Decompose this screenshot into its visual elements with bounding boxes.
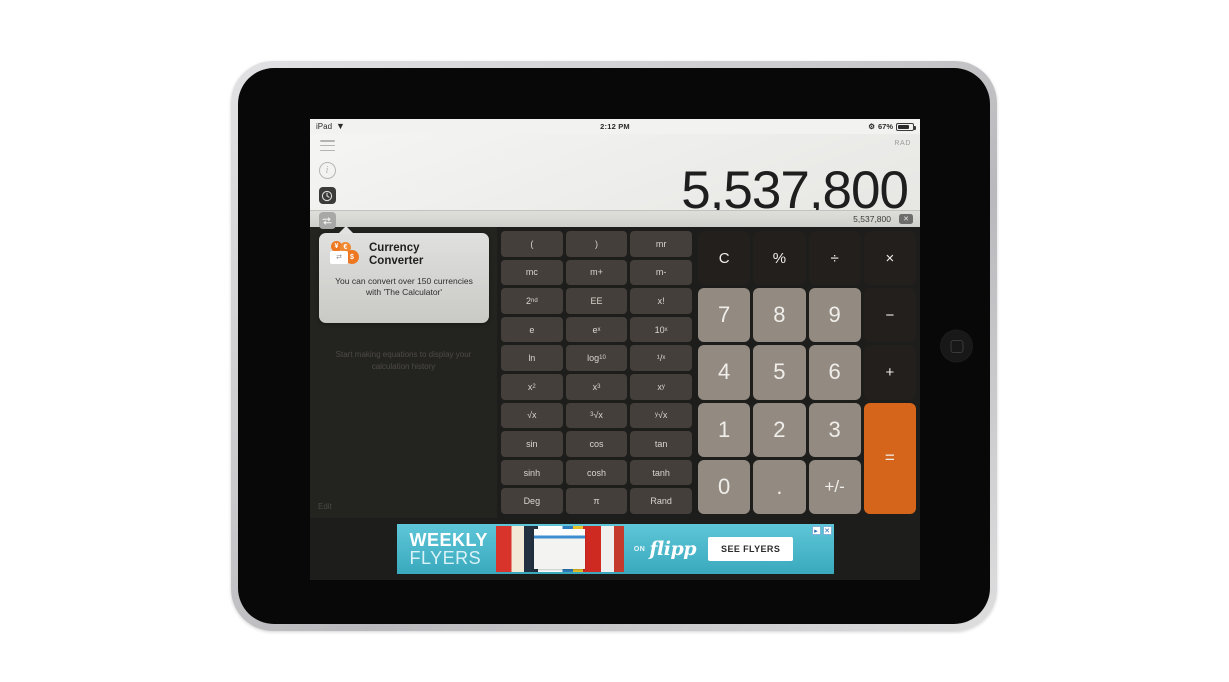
num-key-six[interactable]: 6 — [808, 345, 861, 400]
num-key-zero[interactable]: 0 — [698, 459, 751, 514]
numeric-keypad: C% ÷ × 7 8 9− 4 5 6 +1 2 3 = 0. +/- — [695, 227, 920, 518]
exchange-arrows-icon: ⇄ — [336, 253, 342, 261]
currency-converter-icon[interactable] — [318, 212, 336, 229]
angle-mode-label: RAD — [894, 140, 911, 147]
sci-key-e[interactable]: e — [501, 316, 563, 343]
sci-key-m-minus[interactable]: m- — [630, 259, 692, 286]
popover-arrow — [338, 226, 354, 234]
clock-glyph — [321, 190, 333, 201]
num-key-one[interactable]: 1 — [698, 402, 751, 457]
sci-key-cos[interactable]: cos — [565, 431, 628, 457]
display-input-row: 5,537,800 ✕ — [310, 210, 920, 227]
popover-body-text: You can convert over 150 currencies with… — [335, 276, 473, 298]
left-toolbar: i — [314, 137, 340, 229]
status-bar-time: 2:12 PM — [600, 122, 630, 131]
ad-brand-logo: flipp — [649, 538, 697, 560]
num-key-five[interactable]: 5 — [753, 345, 806, 400]
currency-converter-popover[interactable]: ¥ € $ ⇄ Currency Converter You can conve… — [319, 226, 489, 323]
sci-key-sin[interactable]: sin — [501, 431, 563, 457]
num-key-plus[interactable]: + — [863, 345, 916, 400]
adchoices-icon[interactable]: ▸ — [811, 526, 821, 535]
sci-key-reciprocal[interactable]: ¹/x — [630, 345, 692, 371]
calculator-keypad: () mr mc m+ m- 2nd EE x! e e x 10 x ln log 10 ¹/x x 2 x 3 x y √… — [497, 227, 920, 518]
history-edit-button[interactable]: Edit — [318, 502, 332, 511]
sci-key-log10[interactable]: log 10 — [565, 345, 628, 371]
info-circle-icon[interactable]: i — [318, 162, 336, 179]
ad-headline-line2: FLYERS — [409, 548, 482, 568]
sci-key-x-cubed[interactable]: x3 — [565, 374, 628, 400]
sci-key-ee[interactable]: EE — [565, 288, 628, 314]
sci-key-tanh[interactable]: tanh — [630, 459, 692, 486]
currency-converter-app-icon: ¥ € $ ⇄ — [329, 241, 362, 269]
sci-key-sqrt[interactable]: √x — [501, 402, 563, 429]
exchange-arrows-glyph — [322, 216, 332, 225]
num-key-multiply[interactable]: × — [863, 231, 916, 286]
sci-key-mr[interactable]: mr — [630, 231, 692, 257]
sci-key-ln[interactable]: ln — [501, 345, 563, 371]
ad-banner[interactable]: WEEKLY FLYERS ON flipp SEE FLYERS ▸ ✕ — [310, 518, 920, 580]
home-button[interactable] — [940, 329, 973, 363]
popover-header: ¥ € $ ⇄ Currency Converter — [319, 233, 489, 271]
ad-headline-line1: WEEKLY — [409, 530, 488, 550]
history-empty-message: Start making equations to display your c… — [335, 350, 472, 371]
close-icon[interactable]: ✕ — [822, 526, 832, 535]
calculator-display: RAD 5,537,800 5,537,800 ✕ — [310, 134, 920, 227]
sci-key-paren-open[interactable]: ( — [501, 231, 563, 257]
ad-content[interactable]: WEEKLY FLYERS ON flipp SEE FLYERS ▸ ✕ — [396, 524, 834, 574]
ad-flyers-image — [495, 526, 624, 572]
num-key-three[interactable]: 3 — [808, 402, 861, 457]
num-key-seven[interactable]: 7 — [698, 288, 751, 343]
ad-cta-button[interactable]: SEE FLYERS — [708, 537, 794, 561]
num-key-sign[interactable]: +/- — [808, 459, 861, 514]
num-key-four[interactable]: 4 — [698, 345, 751, 400]
ipad-screen: iPad ▼ 2:12 PM ⚙ 67% RAD 5,537,800 5,537… — [310, 119, 920, 580]
home-button-icon — [950, 339, 963, 353]
num-key-eight[interactable]: 8 — [753, 288, 806, 343]
scientific-keypad: () mr mc m+ m- 2nd EE x! e e x 10 x ln log 10 ¹/x x 2 x 3 x y √… — [497, 227, 695, 518]
ad-on-label: ON — [633, 545, 646, 553]
status-bar: iPad ▼ 2:12 PM ⚙ 67% — [310, 119, 920, 134]
sci-key-x-pow-y[interactable]: xy — [630, 374, 692, 400]
ad-choices-controls[interactable]: ▸ ✕ — [811, 526, 832, 535]
num-key-nine[interactable]: 9 — [808, 288, 861, 343]
hamburger-menu-icon[interactable] — [319, 137, 336, 154]
sci-key-rand[interactable]: Rand — [630, 488, 692, 514]
clock-history-icon[interactable] — [318, 187, 336, 204]
num-key-minus[interactable]: − — [863, 288, 916, 343]
sci-key-paren-close[interactable]: ) — [565, 231, 628, 257]
popover-title: Currency Converter — [369, 242, 423, 268]
sci-key-cube-root[interactable]: 3 √x — [565, 402, 628, 429]
sci-key-e-pow-x[interactable]: ex — [565, 316, 628, 343]
backspace-delete-icon[interactable]: ✕ — [899, 214, 913, 224]
popover-title-line2: Converter — [369, 255, 424, 267]
sci-key-ten-pow-x[interactable]: 10 x — [630, 316, 692, 343]
sci-key-tan[interactable]: tan — [630, 431, 692, 457]
num-key-clear[interactable]: C — [698, 231, 751, 286]
sci-key-deg[interactable]: Deg — [501, 488, 563, 514]
sci-key-pi[interactable]: π — [565, 488, 628, 514]
display-input-value: 5,537,800 — [853, 214, 891, 224]
sci-key-factorial[interactable]: x! — [630, 288, 692, 314]
sci-key-m-plus[interactable]: m+ — [565, 259, 628, 286]
ipad-device-frame: iPad ▼ 2:12 PM ⚙ 67% RAD 5,537,800 5,537… — [231, 61, 997, 631]
sci-key-sinh[interactable]: sinh — [501, 459, 563, 486]
num-key-equals[interactable]: = — [863, 402, 916, 514]
sci-key-cosh[interactable]: cosh — [565, 459, 628, 486]
sci-key-x-squared[interactable]: x2 — [501, 374, 563, 400]
exchange-card-icon: ⇄ — [330, 251, 348, 264]
num-key-decimal[interactable]: . — [753, 459, 806, 514]
battery-icon — [896, 122, 916, 131]
ipad-bezel: iPad ▼ 2:12 PM ⚙ 67% RAD 5,537,800 5,537… — [238, 68, 990, 624]
sci-key-second[interactable]: 2nd — [501, 288, 563, 314]
num-key-two[interactable]: 2 — [753, 402, 806, 457]
sci-key-y-root[interactable]: y √x — [630, 402, 692, 429]
num-key-percent[interactable]: % — [753, 231, 806, 286]
popover-title-line1: Currency — [369, 242, 420, 255]
ad-headline: WEEKLY FLYERS — [397, 531, 488, 567]
num-key-divide[interactable]: ÷ — [808, 231, 861, 286]
sci-key-mc[interactable]: mc — [501, 259, 563, 286]
